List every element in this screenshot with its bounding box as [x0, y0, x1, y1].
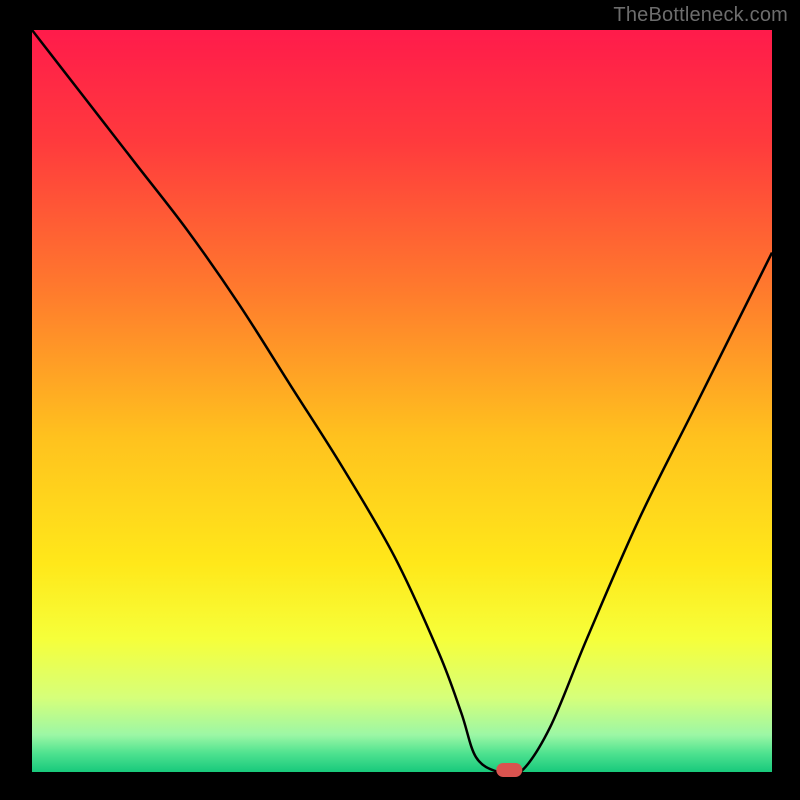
plot-background-gradient	[32, 30, 772, 772]
optimal-point-marker	[496, 763, 522, 777]
chart-frame: TheBottleneck.com	[0, 0, 800, 800]
chart-svg	[0, 0, 800, 800]
watermark-text: TheBottleneck.com	[613, 4, 788, 27]
